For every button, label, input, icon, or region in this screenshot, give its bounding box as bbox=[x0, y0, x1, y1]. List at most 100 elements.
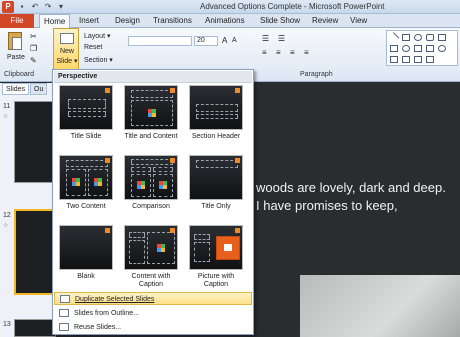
slides-from-outline-item[interactable]: Slides from Outline... bbox=[54, 307, 252, 320]
align-right-icon[interactable]: ≡ bbox=[290, 48, 295, 57]
layout-thumbnail bbox=[124, 85, 178, 130]
slides-pane: Slides Ou 11 ☆ 12 ☆ 13 bbox=[0, 83, 56, 337]
title-bar: P ▪ ↶ ↷ ▾ Advanced Options Complete - Mi… bbox=[0, 0, 460, 14]
oval-shape-icon[interactable] bbox=[414, 34, 422, 41]
slide-thumbnail[interactable] bbox=[14, 101, 56, 183]
layout-label: Title Slide bbox=[70, 133, 102, 140]
flowchart-shape-icon[interactable] bbox=[390, 56, 398, 63]
menu-item-label: Reuse Slides... bbox=[74, 324, 122, 331]
outline-icon bbox=[59, 309, 69, 317]
tab-home[interactable]: Home bbox=[39, 14, 71, 29]
save-icon[interactable]: ▪ bbox=[17, 2, 27, 12]
qat-dropdown-icon[interactable]: ▾ bbox=[56, 2, 66, 12]
undo-icon[interactable]: ↶ bbox=[30, 2, 40, 12]
layout-picture-with-caption[interactable]: Picture with Caption bbox=[186, 225, 246, 289]
layout-thumbnail bbox=[59, 155, 113, 200]
layout-content-with-caption[interactable]: Content with Caption bbox=[121, 225, 181, 289]
tab-design[interactable]: Design bbox=[115, 14, 140, 28]
section-button[interactable]: Section ▾ bbox=[84, 56, 113, 64]
cut-icon[interactable]: ✂ bbox=[30, 32, 37, 41]
reuse-slides-icon bbox=[59, 323, 69, 331]
slide-thumbnail[interactable] bbox=[14, 319, 56, 337]
layout-label: Content with Caption bbox=[131, 273, 171, 288]
layout-thumbnail bbox=[189, 155, 243, 200]
bullets-icon[interactable]: ☰ bbox=[262, 34, 269, 43]
reset-button[interactable]: Reset bbox=[84, 44, 102, 51]
layout-thumbnail bbox=[189, 85, 243, 130]
justify-icon[interactable]: ≡ bbox=[304, 48, 309, 57]
format-painter-icon[interactable]: ✎ bbox=[30, 56, 37, 65]
pentagon-shape-icon[interactable] bbox=[414, 45, 422, 52]
tab-insert[interactable]: Insert bbox=[79, 14, 99, 28]
triangle-shape-icon[interactable] bbox=[438, 34, 446, 41]
layout-label: Blank bbox=[77, 273, 95, 280]
layout-title-slide[interactable]: Title Slide bbox=[56, 85, 116, 141]
banner-shape-icon[interactable] bbox=[426, 56, 434, 63]
brace-shape-icon[interactable] bbox=[426, 45, 434, 52]
tab-slide-show[interactable]: Slide Show bbox=[260, 14, 300, 28]
theme-header: Perspective bbox=[54, 71, 252, 83]
clipboard-group-label: Clipboard bbox=[4, 71, 34, 78]
redo-icon[interactable]: ↷ bbox=[43, 2, 53, 12]
font-name-field[interactable] bbox=[128, 36, 192, 46]
smiley-shape-icon[interactable] bbox=[438, 45, 446, 52]
new-slide-label-2: Slide ▾ bbox=[56, 58, 78, 65]
rectangle-shape-icon[interactable] bbox=[402, 34, 410, 41]
numbering-icon[interactable]: ☰ bbox=[278, 34, 285, 43]
tab-file[interactable]: File bbox=[0, 14, 34, 28]
paste-icon[interactable] bbox=[8, 32, 22, 50]
tab-review[interactable]: Review bbox=[312, 14, 338, 28]
slide-thumbnail[interactable] bbox=[14, 209, 56, 295]
new-slide-icon bbox=[60, 33, 74, 44]
rounded-rectangle-icon[interactable] bbox=[426, 34, 434, 41]
grow-font-icon[interactable]: A bbox=[222, 36, 227, 45]
layout-comparison[interactable]: Comparison bbox=[121, 155, 181, 211]
new-slide-dropdown: Perspective Title Slide Title and Conten… bbox=[52, 69, 254, 335]
tab-transitions[interactable]: Transitions bbox=[153, 14, 192, 28]
layout-title-only[interactable]: Title Only bbox=[186, 155, 246, 211]
layout-label: Title Only bbox=[201, 203, 231, 210]
callout-shape-icon[interactable] bbox=[402, 56, 410, 63]
tab-view[interactable]: View bbox=[350, 14, 367, 28]
layout-blank[interactable]: Blank bbox=[56, 225, 116, 281]
menu-item-label: Duplicate Selected Slides bbox=[75, 296, 155, 303]
new-slide-label: New bbox=[59, 48, 74, 55]
slide-number: 11 bbox=[3, 103, 11, 110]
font-size-field[interactable]: 20 bbox=[194, 36, 218, 46]
arrow-shape-icon[interactable] bbox=[390, 45, 398, 52]
duplicate-selected-slides-item[interactable]: Duplicate Selected Slides bbox=[54, 292, 252, 305]
layout-thumbnail bbox=[59, 85, 113, 130]
slide-number: 13 bbox=[3, 321, 11, 328]
powerpoint-logo-icon[interactable]: P bbox=[2, 1, 14, 13]
shrink-font-icon[interactable]: A bbox=[232, 37, 237, 44]
layout-label: Section Header bbox=[191, 133, 241, 140]
ribbon-tabs: File Home Insert Design Transitions Anim… bbox=[0, 14, 460, 29]
tab-animations[interactable]: Animations bbox=[205, 14, 245, 28]
layout-section-header[interactable]: Section Header bbox=[186, 85, 246, 141]
slide-picture[interactable] bbox=[300, 275, 460, 337]
star-shape-icon[interactable] bbox=[414, 56, 422, 63]
align-center-icon[interactable]: ≡ bbox=[276, 48, 281, 57]
copy-icon[interactable]: ❐ bbox=[30, 44, 37, 53]
layout-title-and-content[interactable]: Title and Content bbox=[121, 85, 181, 141]
paste-button[interactable]: Paste bbox=[7, 54, 25, 61]
align-left-icon[interactable]: ≡ bbox=[262, 48, 267, 57]
animation-star-icon: ☆ bbox=[3, 223, 9, 229]
layout-button[interactable]: Layout ▾ bbox=[84, 32, 110, 40]
tab-outline[interactable]: Ou bbox=[30, 83, 48, 95]
slide-text-line[interactable]: I have promises to keep, bbox=[256, 198, 398, 213]
layout-thumbnail bbox=[59, 225, 113, 270]
layout-label: Title and Content bbox=[124, 133, 178, 140]
tab-slides[interactable]: Slides bbox=[2, 83, 30, 95]
layout-thumbnail bbox=[189, 225, 243, 270]
layout-thumbnail bbox=[124, 155, 178, 200]
paragraph-group-label: Paragraph bbox=[300, 71, 333, 78]
reuse-slides-item[interactable]: Reuse Slides... bbox=[54, 321, 252, 334]
line-shape-icon[interactable] bbox=[388, 32, 400, 43]
shapes-gallery[interactable] bbox=[386, 30, 458, 66]
new-slide-button[interactable]: New Slide ▾ bbox=[53, 28, 79, 70]
duplicate-slides-icon bbox=[60, 295, 70, 303]
circle-shape-icon[interactable] bbox=[402, 45, 410, 52]
slide-text-line[interactable]: woods are lovely, dark and deep. bbox=[256, 180, 446, 195]
layout-two-content[interactable]: Two Content bbox=[56, 155, 116, 211]
